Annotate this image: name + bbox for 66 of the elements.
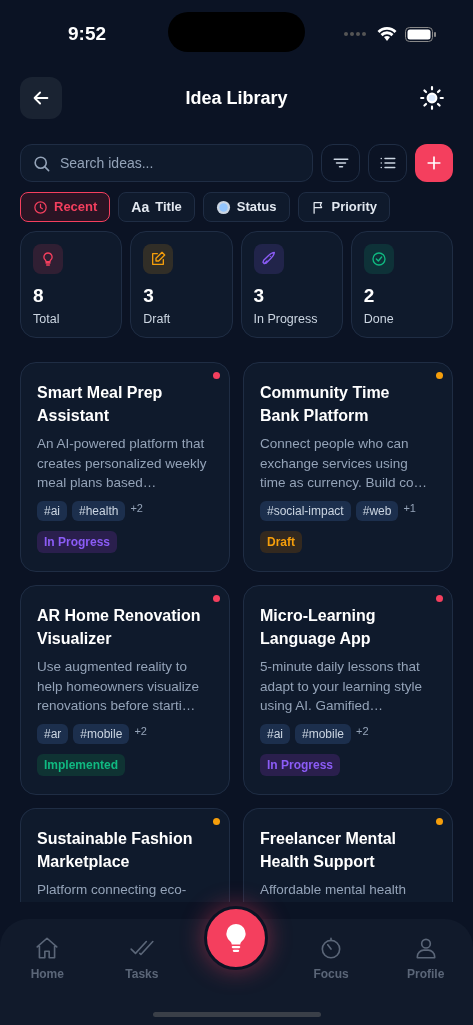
- text-icon: Aa: [131, 196, 150, 218]
- back-button[interactable]: [20, 77, 62, 119]
- lightbulb-icon: [223, 923, 249, 953]
- radio-icon: [215, 199, 231, 215]
- tag-chip: #health: [72, 500, 126, 521]
- add-button[interactable]: [415, 144, 453, 182]
- signal-icon: [343, 30, 369, 38]
- sun-icon: [419, 85, 445, 111]
- idea-card[interactable]: Micro-Learning Language App 5-minute daily lessons that adapt to your learning style using AI. Gamified… #ai #mobile +2 In Progress: [243, 585, 453, 795]
- list-view-button[interactable]: [368, 144, 407, 182]
- idea-card[interactable]: Sustainable Fashion Marketplace Platform connecting eco-: [20, 808, 230, 902]
- more-tags-count: +2: [134, 724, 147, 740]
- tag-chip: #social-impact: [260, 500, 351, 521]
- status-badge: In Progress: [260, 753, 341, 776]
- idea-title: Smart Meal Prep Assistant: [37, 383, 164, 426]
- page-title: Idea Library: [185, 86, 288, 110]
- idea-description: Use augmented reality to help homeowners visualize renovations before starti…: [37, 658, 201, 715]
- sort-chip[interactable]: Priority: [297, 192, 390, 222]
- idea-description: An AI-powered platform that creates personalized weekly meal plans based…: [37, 435, 208, 492]
- lightbulb-icon: [40, 251, 56, 267]
- idea-title: Micro-Learning Language App: [260, 606, 377, 649]
- status-badge: Draft: [260, 530, 302, 553]
- idea-description: Connect people who can exchange services using time as currency. Build co…: [260, 435, 429, 492]
- stat-value: 3: [253, 284, 266, 308]
- clock-icon: [33, 199, 48, 215]
- idea-title: Sustainable Fashion Marketplace: [37, 829, 194, 872]
- idea-title: Freelancer Mental Health Support: [260, 829, 398, 872]
- tag-chip: #ar: [37, 723, 69, 744]
- idea-description: Platform connecting eco-: [37, 881, 188, 899]
- tag-chip: #web: [355, 500, 399, 521]
- tag-chip: #ai: [260, 723, 290, 744]
- stat-label: Draft: [143, 310, 172, 328]
- stat-label: Done: [363, 310, 395, 328]
- stat-value: 3: [143, 284, 155, 308]
- filter-button[interactable]: [321, 144, 360, 182]
- stat-label: In Progress: [253, 310, 319, 328]
- more-tags-count: +2: [130, 501, 143, 517]
- idea-fab-button[interactable]: [204, 906, 268, 970]
- tag-chip: #mobile: [73, 723, 130, 744]
- edit-icon: [150, 251, 167, 267]
- more-tags-count: +1: [403, 501, 416, 517]
- search-icon: [32, 154, 51, 173]
- status-time: 9:52: [68, 21, 107, 46]
- wifi-icon: [377, 26, 397, 42]
- stat-value: 8: [33, 284, 45, 308]
- idea-card[interactable]: Community Time Bank Platform Connect people who can exchange services using time as currency. Build co… #social-impact #web +1 Draft: [243, 362, 453, 572]
- stat-value: 2: [363, 284, 376, 308]
- idea-title: AR Home Renovation Visualizer: [37, 606, 202, 649]
- idea-description: Affordable mental health: [260, 881, 408, 899]
- more-tags-count: +2: [356, 724, 369, 740]
- battery-icon: [405, 26, 437, 42]
- sort-chip[interactable]: Status: [202, 192, 290, 222]
- search-field[interactable]: Search ideas...: [20, 144, 313, 182]
- tag-chip: #mobile: [295, 723, 352, 744]
- idea-title: Community Time Bank Platform: [260, 383, 391, 426]
- tag-chip: #ai: [37, 500, 67, 521]
- idea-card[interactable]: Freelancer Mental Health Support Affordable mental health: [243, 808, 453, 902]
- status-badge: In Progress: [37, 530, 118, 553]
- sort-chip[interactable]: Aa Title: [118, 192, 195, 222]
- idea-card[interactable]: AR Home Renovation Visualizer Use augmented reality to help homeowners visualize renovations before starti… #ar #mobile +2 Implemented: [20, 585, 230, 795]
- check-circle-icon: [370, 251, 387, 267]
- sort-chip[interactable]: Recent: [20, 192, 111, 222]
- stat-label: Total: [33, 310, 61, 328]
- status-badge: Implemented: [37, 753, 125, 776]
- idea-card[interactable]: Smart Meal Prep Assistant An AI-powered platform that creates personalized weekly meal plans based… #ai #health +2 In Progress: [20, 362, 230, 572]
- idea-description: 5-minute daily lessons that adapt to your learning style using AI. Gamified…: [260, 658, 424, 715]
